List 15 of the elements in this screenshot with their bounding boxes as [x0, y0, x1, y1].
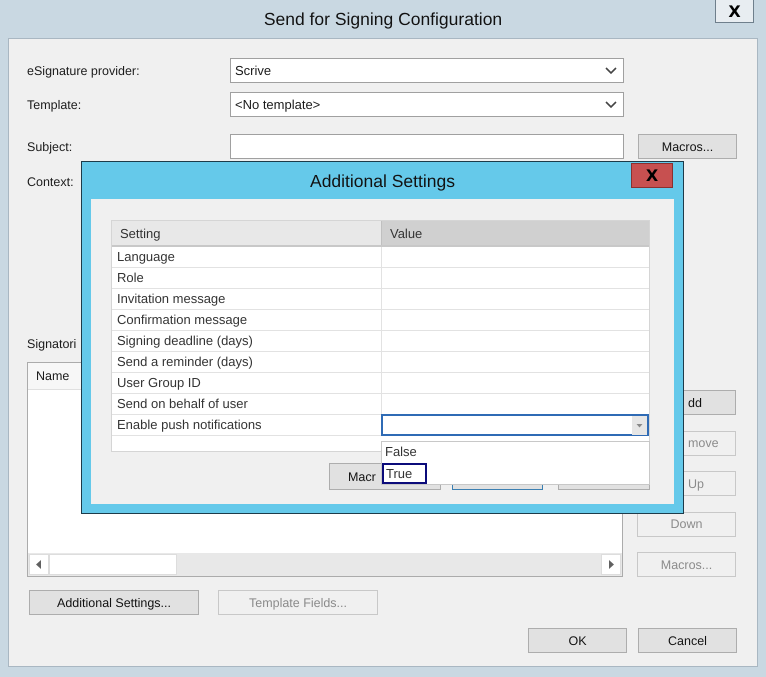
setting-name: Role — [112, 268, 382, 288]
field-label: Context: — [27, 175, 74, 191]
setting-name: Send a reminder (days) — [112, 352, 382, 372]
setting-name: Language — [112, 247, 382, 267]
setting-name: Signing deadline (days) — [112, 331, 382, 351]
dialog-title: Additional Settings — [310, 171, 455, 192]
setting-name: Send on behalf of user — [112, 394, 382, 414]
field-label: Signatori — [27, 337, 76, 352]
window-title: Send for Signing Configuration — [264, 9, 502, 30]
setting-name: Confirmation message — [112, 310, 382, 330]
field-label: Template: — [27, 98, 82, 112]
setting-name: User Group ID — [112, 373, 382, 393]
field-label: eSignature provider: — [27, 64, 140, 78]
setting-name: Invitation message — [112, 289, 382, 309]
field-label: Subject: — [27, 140, 72, 154]
